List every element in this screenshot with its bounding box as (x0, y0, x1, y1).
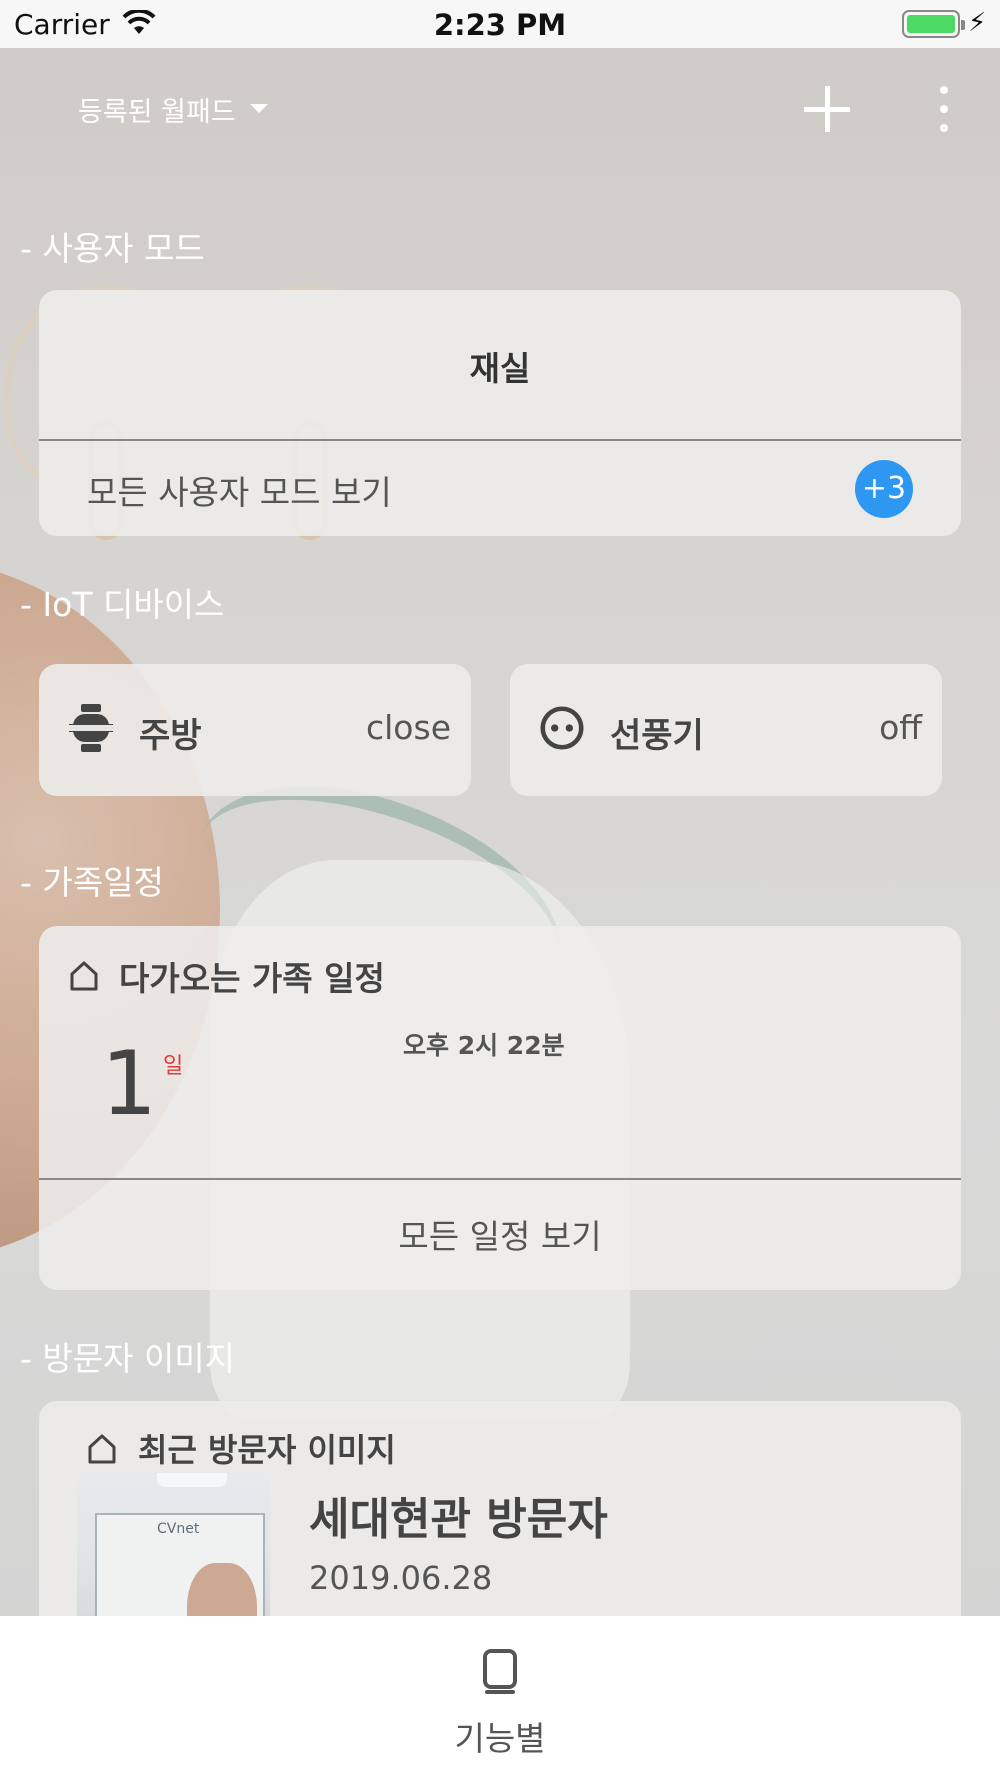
tab-by-function[interactable]: 기능별 (0, 1712, 1000, 1760)
home-icon (70, 961, 98, 991)
home-icon (88, 1434, 116, 1464)
iot-device-kitchen[interactable]: 주방 close (39, 664, 471, 796)
family-schedule-card[interactable]: 다가오는 가족 일정 오후 2시 22분 1 일 모든 일정 보기 (39, 926, 961, 1290)
schedule-day-unit: 일 (163, 1054, 184, 1079)
extra-modes-badge: +3 (855, 460, 913, 518)
status-bar: Carrier 2:23 PM ⚡ (0, 0, 1000, 48)
more-vertical-icon[interactable] (936, 86, 952, 132)
divider (39, 439, 961, 441)
user-mode-card[interactable]: 재실 모든 사용자 모드 보기 +3 (39, 290, 961, 536)
thumbnail-logo: CVnet (157, 1521, 200, 1537)
visitor-title: 세대현관 방문자 (309, 1494, 608, 1545)
schedule-time: 오후 2시 22분 (403, 1031, 565, 1060)
divider (39, 1178, 961, 1180)
gas-valve-icon (69, 704, 113, 752)
wallpad-selector[interactable]: 등록된 월패드 (78, 90, 236, 129)
iot-device-state: close (366, 708, 451, 747)
family-schedule-heading: 다가오는 가족 일정 (119, 959, 385, 998)
schedule-day: 1 (101, 1032, 157, 1135)
chevron-down-icon[interactable] (250, 104, 268, 113)
section-title-user-mode: - 사용자 모드 (20, 229, 205, 268)
plus-icon[interactable] (804, 86, 850, 132)
clock: 2:23 PM (433, 8, 567, 42)
section-title-visitor: - 방문자 이미지 (20, 1339, 236, 1378)
charging-icon: ⚡ (968, 8, 987, 38)
view-all-user-modes-link[interactable]: 모든 사용자 모드 보기 (87, 466, 392, 514)
phone-icon[interactable] (482, 1648, 518, 1696)
outlet-icon (540, 706, 584, 750)
iot-device-name: 주방 (139, 716, 202, 756)
iot-device-name: 선풍기 (610, 716, 704, 756)
view-all-schedules-link[interactable]: 모든 일정 보기 (39, 1210, 961, 1258)
tab-bar: 기능별 (0, 1616, 1000, 1778)
iot-device-state: off (879, 708, 922, 747)
visitor-heading: 최근 방문자 이미지 (138, 1431, 396, 1469)
visitor-date: 2019.06.28 (309, 1559, 493, 1597)
battery-icon (902, 10, 965, 38)
section-title-family: - 가족일정 (20, 863, 164, 902)
section-title-iot: - IoT 디바이스 (20, 585, 225, 624)
current-user-mode[interactable]: 재실 (39, 342, 961, 390)
iot-device-fan[interactable]: 선풍기 off (510, 664, 942, 796)
